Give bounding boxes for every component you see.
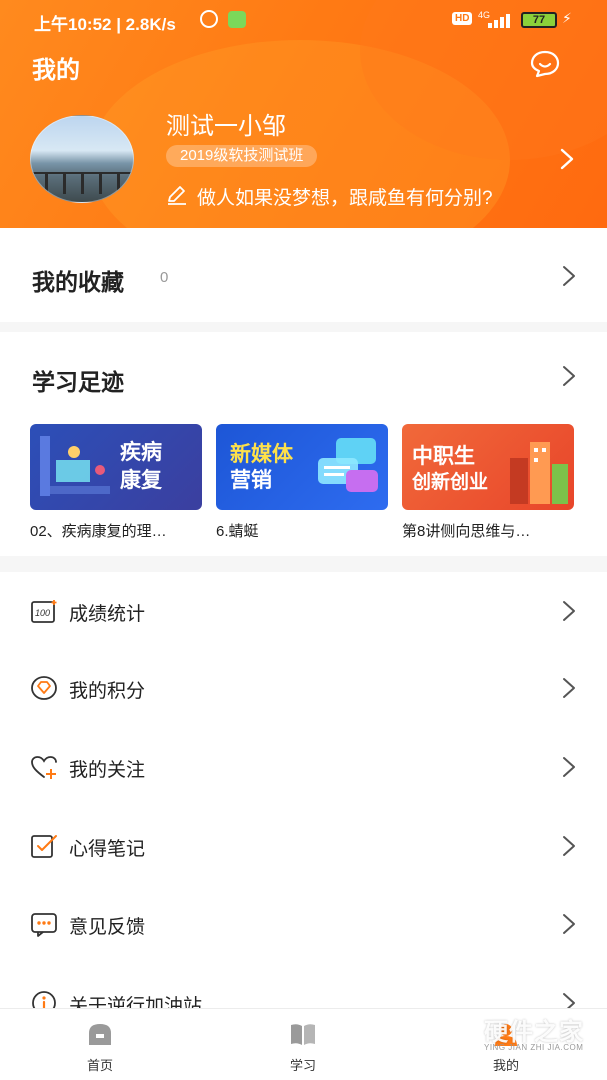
avatar[interactable] bbox=[30, 115, 134, 203]
menu-item-label: 意见反馈 bbox=[69, 917, 146, 938]
hd-badge: HD bbox=[452, 12, 473, 25]
course-caption: 第8讲侧向思维与… bbox=[402, 523, 531, 540]
menu-item-label: 我的积分 bbox=[69, 681, 146, 702]
course-card[interactable]: 新媒体 营销 6.蜻蜓 bbox=[216, 424, 388, 541]
svg-text:100: 100 bbox=[35, 608, 50, 618]
profile-header: 上午10:52 | 2.8K/s HD 4G 77 ⚡ 我的 测试一小邹 201… bbox=[0, 0, 607, 228]
menu-item-following[interactable]: 我的关注 bbox=[0, 728, 607, 806]
course-caption: 02、疾病康复的理… bbox=[30, 523, 167, 540]
course-thumb-line2: 康复 bbox=[120, 469, 162, 492]
chevron-right-icon bbox=[563, 601, 575, 621]
charging-icon: ⚡ bbox=[562, 10, 572, 26]
course-thumb-line2: 营销 bbox=[230, 469, 272, 492]
menu-item-label: 我的关注 bbox=[69, 760, 146, 781]
chevron-right-icon bbox=[563, 678, 575, 698]
home-icon bbox=[89, 1024, 111, 1045]
app-notification-icon bbox=[228, 11, 246, 28]
course-thumbnail: 中职生 创新创业 bbox=[402, 424, 574, 510]
signal-icon bbox=[488, 12, 514, 28]
battery-icon: 77 bbox=[521, 12, 557, 28]
watermark: 硬件之家 YING JIAN ZHI JIA.COM bbox=[440, 1012, 600, 1058]
learning-footprint-section: 学习足迹 疾病 康复 02、疾病康复的理… 新媒体 营销 6.蜻蜓 中职生 创新… bbox=[0, 332, 607, 556]
watermark-title: 硬件之家 bbox=[484, 1019, 584, 1046]
menu-item-feedback[interactable]: 意见反馈 bbox=[0, 885, 607, 963]
tab-home[interactable]: 首页 bbox=[40, 1009, 160, 1080]
watermark-logo-icon bbox=[441, 1016, 477, 1056]
follow-icon bbox=[31, 756, 57, 779]
score-icon: 100 bbox=[31, 600, 57, 623]
points-icon bbox=[31, 676, 57, 700]
motto[interactable]: 做人如果没梦想，跟咸鱼有何分别? bbox=[197, 183, 493, 210]
status-bar: 上午10:52 | 2.8K/s HD 4G 77 ⚡ bbox=[0, 0, 607, 40]
menu-item-label: 心得笔记 bbox=[69, 839, 146, 860]
chevron-right-icon bbox=[563, 836, 575, 856]
chevron-right-icon bbox=[563, 914, 575, 934]
chevron-right-icon[interactable] bbox=[562, 365, 576, 387]
course-thumb-line2: 创新创业 bbox=[412, 472, 489, 493]
tab-label: 首页 bbox=[86, 1058, 113, 1073]
course-thumb-line1: 疾病 bbox=[120, 441, 162, 464]
tab-label: 学习 bbox=[289, 1058, 316, 1073]
book-icon bbox=[291, 1024, 315, 1045]
menu-item-notes[interactable]: 心得笔记 bbox=[0, 807, 607, 885]
course-card[interactable]: 中职生 创新创业 第8讲侧向思维与… bbox=[402, 424, 574, 541]
username[interactable]: 测试一小邹 bbox=[166, 106, 286, 141]
course-thumb-line1: 中职生 bbox=[412, 445, 475, 468]
chevron-right-icon bbox=[563, 266, 575, 286]
notes-icon bbox=[31, 835, 57, 858]
menu-list: 100 成绩统计 我的积分 我的关注 心得笔记 意见反馈 关于逆行加油站 bbox=[0, 572, 607, 1017]
avatar-photo bbox=[31, 172, 133, 194]
building-illustration bbox=[510, 442, 568, 504]
feedback-icon bbox=[31, 913, 57, 937]
course-thumb-line1: 新媒体 bbox=[230, 443, 293, 466]
edit-icon[interactable] bbox=[166, 185, 188, 205]
watermark-subtitle: YING JIAN ZHI JIA.COM bbox=[484, 1043, 584, 1052]
favorites-label: 我的收藏 bbox=[32, 269, 124, 295]
chat-bubble-illustration bbox=[318, 438, 378, 492]
chevron-right-icon bbox=[563, 757, 575, 777]
course-thumbnail: 疾病 康复 bbox=[30, 424, 202, 510]
menu-item-score-stats[interactable]: 100 成绩统计 bbox=[0, 572, 607, 650]
page-title: 我的 bbox=[32, 57, 80, 84]
menu-item-points[interactable]: 我的积分 bbox=[0, 649, 607, 727]
alarm-icon bbox=[200, 10, 218, 28]
status-time: 上午10:52 | 2.8K/s bbox=[34, 15, 176, 34]
illustration-icon bbox=[40, 436, 110, 496]
course-card[interactable]: 疾病 康复 02、疾病康复的理… bbox=[30, 424, 202, 541]
course-thumbnail: 新媒体 营销 bbox=[216, 424, 388, 510]
menu-item-label: 成绩统计 bbox=[69, 604, 146, 625]
tab-study[interactable]: 学习 bbox=[243, 1009, 363, 1080]
favorites-row[interactable]: 我的收藏 0 bbox=[0, 228, 607, 322]
chevron-right-icon[interactable] bbox=[558, 147, 576, 171]
course-caption: 6.蜻蜓 bbox=[216, 523, 259, 540]
favorites-count: 0 bbox=[160, 269, 169, 286]
class-tag: 2019级软技测试班 bbox=[166, 145, 318, 167]
message-icon[interactable] bbox=[530, 50, 560, 78]
footprint-label: 学习足迹 bbox=[32, 369, 124, 395]
